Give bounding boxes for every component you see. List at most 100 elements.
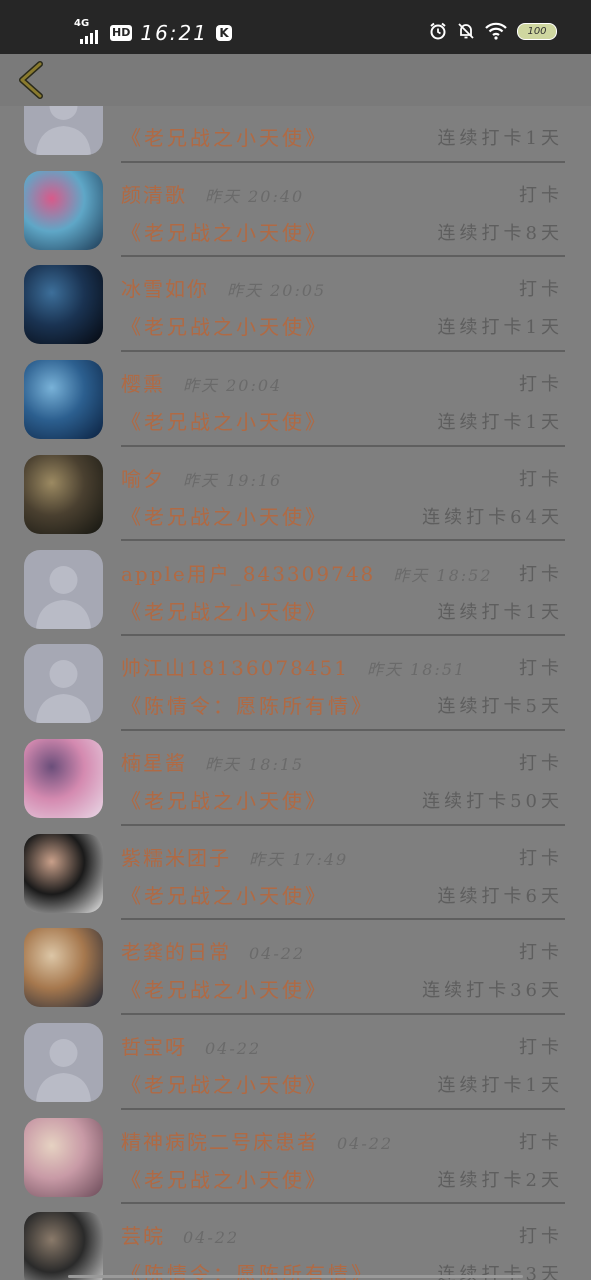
book-title[interactable]: 《老兄战之小天使》 <box>121 880 328 909</box>
checkin-label: 打卡 <box>519 374 563 396</box>
checkin-time: 昨天 18:51 <box>366 660 467 680</box>
notifications-off-icon <box>458 23 474 39</box>
list-item[interactable]: 《老兄战之小天使》 连续打卡1天 <box>0 106 591 163</box>
book-title[interactable]: 《老兄战之小天使》 <box>121 501 328 530</box>
default-user-icon <box>36 1039 91 1102</box>
user-name[interactable]: 帅江山18136078451 <box>121 652 349 681</box>
avatar[interactable] <box>24 1212 103 1280</box>
avatar[interactable] <box>24 1117 103 1197</box>
user-name[interactable]: 楠星酱 <box>121 747 187 776</box>
battery-indicator: 100 <box>517 22 557 40</box>
streak-count: 连续打卡8天 <box>437 222 563 244</box>
home-indicator <box>68 1275 523 1278</box>
network-type-label: 4G <box>74 18 90 29</box>
streak-count: 连续打卡1天 <box>437 1075 563 1096</box>
clock: 16:21 <box>140 21 208 45</box>
user-name[interactable]: 紫糯米团子 <box>121 842 231 871</box>
list-item[interactable]: 颜清歌 昨天 20:40 打卡《老兄战之小天使》 连续打卡8天 <box>0 163 591 258</box>
default-user-icon <box>36 565 91 629</box>
user-name[interactable]: 芸皖 <box>121 1220 165 1249</box>
avatar[interactable] <box>24 106 103 155</box>
avatar[interactable] <box>24 738 103 818</box>
user-name[interactable]: 老龚的日常 <box>121 936 231 965</box>
avatar[interactable] <box>24 833 103 913</box>
streak-count: 连续打卡5天 <box>437 696 563 718</box>
user-name[interactable]: 颜清歌 <box>121 179 187 208</box>
avatar[interactable] <box>24 644 103 724</box>
streak-count: 连续打卡1天 <box>437 317 563 339</box>
header-bar <box>0 54 591 106</box>
back-button[interactable] <box>14 60 50 100</box>
checkin-label: 打卡 <box>519 942 563 964</box>
book-title[interactable]: 《老兄战之小天使》 <box>121 785 328 814</box>
list-item[interactable]: 冰雪如你 昨天 20:05 打卡《老兄战之小天使》 连续打卡1天 <box>0 257 591 353</box>
user-name[interactable]: 哲宝呀 <box>121 1031 187 1060</box>
avatar[interactable] <box>24 1023 103 1102</box>
checkin-time: 昨天 19:16 <box>183 470 283 490</box>
status-bar: 4G HD 16:21 K 100 <box>0 0 591 54</box>
user-name[interactable]: 精神病院二号床患者 <box>121 1126 319 1155</box>
user-name[interactable]: apple用户_843309748 <box>121 558 375 587</box>
list-item[interactable]: 哲宝呀 04-22 打卡《老兄战之小天使》 连续打卡1天 <box>0 1015 591 1110</box>
streak-count: 连续打卡64天 <box>422 506 563 528</box>
checkin-label: 打卡 <box>519 279 563 301</box>
avatar[interactable] <box>24 170 103 250</box>
checkin-label: 打卡 <box>519 563 563 585</box>
checkin-list[interactable]: 《老兄战之小天使》 连续打卡1天 颜清歌 昨天 20:40 打卡 《老兄战之小天使》 连续打… <box>0 106 591 1280</box>
user-name[interactable]: 喻夕 <box>121 463 165 492</box>
hd-badge: HD <box>110 25 133 41</box>
wifi-icon <box>485 22 507 40</box>
checkin-label: 打卡 <box>519 847 563 869</box>
cellular-signal-icon: 4G <box>74 18 102 44</box>
avatar[interactable] <box>24 454 103 534</box>
list-item[interactable]: 樱熏 昨天 20:04 打卡《老兄战之小天使》 连续打卡1天 <box>0 352 591 447</box>
streak-count: 连续打卡50天 <box>422 790 563 812</box>
checkin-label: 打卡 <box>519 1226 563 1248</box>
checkin-time: 昨天 20:04 <box>183 376 283 396</box>
list-item[interactable]: 帅江山18136078451 昨天 18:51 打卡 《陈情令：愿陈所有情》 连续打卡5… <box>0 636 591 731</box>
list-item[interactable]: apple用户_843309748 昨天 18:52 打卡《老兄战之小天使》 连续打卡… <box>0 542 591 637</box>
checkin-time: 04-22 <box>205 1039 262 1058</box>
checkin-label: 打卡 <box>519 1037 563 1058</box>
user-name[interactable]: 冰雪如你 <box>121 273 209 302</box>
checkin-time: 昨天 20:40 <box>205 186 305 206</box>
streak-count: 连续打卡2天 <box>437 1169 563 1191</box>
book-title[interactable]: 《老兄战之小天使》 <box>121 1069 328 1098</box>
checkin-label: 打卡 <box>519 468 563 490</box>
book-title[interactable]: 《老兄战之小天使》 <box>121 1164 328 1193</box>
list-item[interactable]: 精神病院二号床患者 04-22 打卡《老兄战之小天使》 连续打卡2天 <box>0 1110 591 1205</box>
checkin-label: 打卡 <box>519 1131 563 1153</box>
checkin-time: 昨天 18:52 <box>393 565 493 585</box>
k-app-icon: K <box>215 25 232 41</box>
checkin-label: 打卡 <box>519 184 563 206</box>
checkin-time: 昨天 18:15 <box>205 754 305 774</box>
avatar[interactable] <box>24 360 103 440</box>
list-item[interactable]: 紫糯米团子 昨天 17:49 打卡 《老兄战之小天使》 连续打卡6天 <box>0 826 591 921</box>
book-title[interactable]: 《老兄战之小天使》 <box>121 311 328 340</box>
default-user-icon <box>36 106 91 155</box>
checkin-time: 04-22 <box>337 1133 394 1153</box>
list-item[interactable]: 楠星酱 昨天 18:15 打卡《老兄战之小天使》 连续打卡50天 <box>0 731 591 826</box>
user-name[interactable]: 樱熏 <box>121 368 165 397</box>
alarm-icon <box>430 22 446 40</box>
book-title[interactable]: 《老兄战之小天使》 <box>121 974 328 1003</box>
checkin-label: 打卡 <box>519 752 563 774</box>
checkin-time: 04-22 <box>183 1228 240 1248</box>
streak-count: 连续打卡1天 <box>437 412 563 434</box>
checkin-time: 昨天 20:05 <box>227 281 327 301</box>
book-title[interactable]: 《老兄战之小天使》 <box>121 122 328 151</box>
book-title[interactable]: 《老兄战之小天使》 <box>121 217 328 246</box>
book-title[interactable]: 《陈情令：愿陈所有情》 <box>121 690 374 719</box>
streak-count: 连续打卡36天 <box>422 980 563 1002</box>
checkin-time: 04-22 <box>249 944 306 964</box>
avatar[interactable] <box>24 549 103 629</box>
avatar[interactable] <box>24 265 103 345</box>
avatar[interactable] <box>24 928 103 1008</box>
book-title[interactable]: 《老兄战之小天使》 <box>121 596 328 625</box>
book-title[interactable]: 《老兄战之小天使》 <box>121 406 328 435</box>
list-item[interactable]: 老龚的日常 04-22 打卡《老兄战之小天使》 连续打卡36天 <box>0 920 591 1015</box>
list-item[interactable]: 喻夕 昨天 19:16 打卡《老兄战之小天使》 连续打卡64天 <box>0 447 591 542</box>
streak-count: 连续打卡1天 <box>437 601 563 623</box>
list-item[interactable]: 芸皖 04-22 打卡 《陈情令：愿陈所有情》 连续打卡3天 <box>0 1204 591 1280</box>
streak-count: 连续打卡1天 <box>437 128 563 149</box>
